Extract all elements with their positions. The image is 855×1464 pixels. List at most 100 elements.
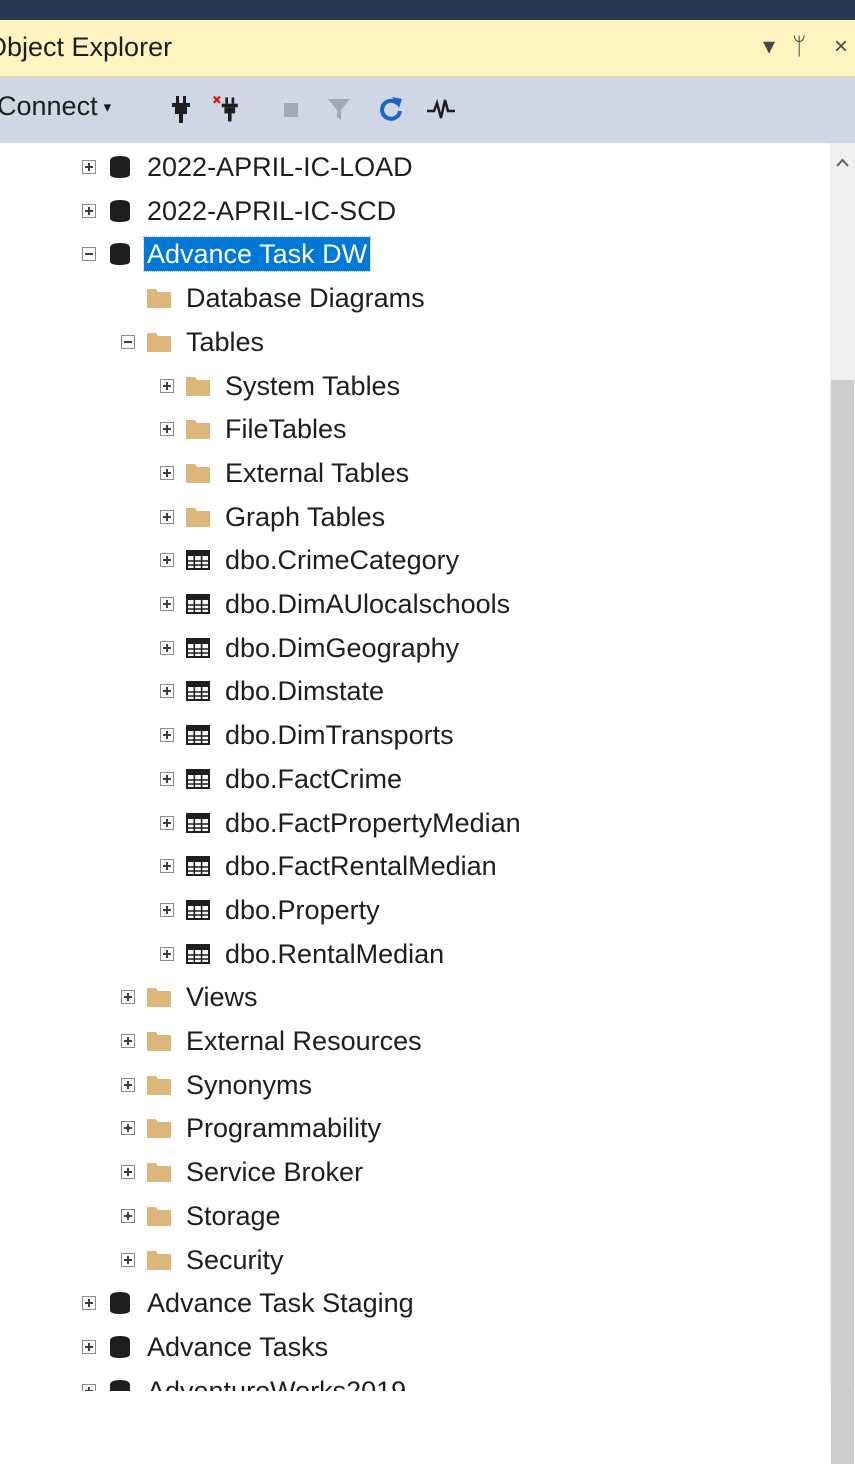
tree-node[interactable]: dbo.DimAUlocalschools bbox=[160, 584, 513, 624]
auto-hide-pin-icon[interactable]: ᛘ bbox=[792, 30, 806, 64]
tree-node[interactable]: Views bbox=[121, 977, 261, 1017]
tree-node[interactable]: FileTables bbox=[160, 409, 350, 449]
expand-plus-icon[interactable] bbox=[160, 946, 174, 961]
tree-node[interactable]: dbo.FactPropertyMedian bbox=[160, 803, 524, 843]
tree-node[interactable]: 2022-APRIL-IC-LOAD bbox=[82, 147, 416, 187]
tree-node[interactable]: Graph Tables bbox=[160, 497, 388, 537]
expand-plus-icon[interactable] bbox=[160, 728, 174, 743]
folder-icon bbox=[147, 1075, 171, 1095]
expand-plus-icon[interactable] bbox=[160, 597, 174, 611]
tree-node[interactable]: Storage bbox=[121, 1196, 284, 1236]
folder-icon bbox=[147, 1032, 171, 1051]
tree-node[interactable]: Advance Tasks bbox=[82, 1327, 331, 1367]
tree-vertical-scrollbar[interactable] bbox=[830, 143, 855, 1464]
expand-plus-icon[interactable] bbox=[82, 1383, 96, 1391]
filter-icon[interactable] bbox=[323, 93, 355, 125]
expand-plus-icon[interactable] bbox=[160, 509, 174, 524]
expand-plus-icon[interactable] bbox=[121, 1165, 135, 1180]
tree-node[interactable]: dbo.CrimeCategory bbox=[160, 540, 462, 580]
tree-node[interactable]: System Tables bbox=[160, 366, 403, 406]
window-position-dropdown-icon[interactable]: ▾ bbox=[763, 30, 775, 64]
disconnect-plug-icon[interactable] bbox=[212, 93, 244, 125]
database-icon bbox=[110, 1335, 130, 1358]
tree-node-label: dbo.FactRentalMedian bbox=[225, 851, 497, 882]
tree-node[interactable]: dbo.DimGeography bbox=[160, 628, 462, 668]
expand-plus-icon[interactable] bbox=[82, 160, 96, 174]
expand-plus-icon[interactable] bbox=[160, 684, 174, 699]
tree-node-label: Views bbox=[186, 982, 258, 1013]
expand-plus-icon[interactable] bbox=[160, 640, 174, 655]
tree-node[interactable]: Advance Task DW bbox=[82, 234, 372, 274]
database-icon bbox=[110, 243, 130, 266]
expand-plus-icon[interactable] bbox=[160, 422, 174, 437]
expand-plus-icon[interactable] bbox=[121, 1208, 135, 1223]
tree-node-label: Advance Task Staging bbox=[147, 1288, 414, 1319]
tree-node-label: System Tables bbox=[225, 370, 401, 401]
tree-node[interactable]: dbo.DimTransports bbox=[160, 715, 457, 755]
stop-icon[interactable] bbox=[275, 93, 307, 125]
table-icon bbox=[186, 856, 210, 877]
expand-plus-icon[interactable] bbox=[121, 1121, 135, 1136]
tree-node[interactable]: External Tables bbox=[160, 453, 412, 493]
folder-icon bbox=[186, 420, 210, 440]
expand-plus-icon[interactable] bbox=[82, 1339, 96, 1354]
tree-node[interactable]: Advance Task Staging bbox=[82, 1283, 417, 1323]
tree-node-label: Advance Tasks bbox=[147, 1331, 329, 1362]
folder-icon bbox=[186, 463, 210, 483]
expand-plus-icon[interactable] bbox=[121, 1034, 135, 1048]
activity-monitor-icon[interactable] bbox=[425, 93, 457, 125]
expand-plus-icon[interactable] bbox=[160, 902, 174, 917]
scrollbar-thumb[interactable] bbox=[831, 380, 854, 1464]
tree-node[interactable]: Tables bbox=[121, 322, 267, 362]
folder-icon bbox=[147, 289, 171, 309]
table-icon bbox=[186, 550, 210, 571]
expand-plus-icon[interactable] bbox=[121, 1252, 135, 1267]
tree-node[interactable]: 2022-APRIL-IC-SCD bbox=[82, 191, 399, 231]
refresh-icon[interactable] bbox=[375, 93, 407, 125]
expand-plus-icon[interactable] bbox=[160, 465, 174, 480]
table-icon bbox=[186, 594, 210, 614]
tree-node-label: dbo.DimAUlocalschools bbox=[225, 589, 511, 619]
expand-plus-icon[interactable] bbox=[160, 378, 174, 393]
tree-node-label: Tables bbox=[186, 326, 265, 357]
tree-node-label: External Resources bbox=[186, 1026, 422, 1056]
expand-plus-icon[interactable] bbox=[121, 990, 135, 1005]
tree-node[interactable]: dbo.Property bbox=[160, 890, 383, 930]
tree-node[interactable]: Database Diagrams bbox=[121, 278, 428, 318]
expand-plus-icon[interactable] bbox=[121, 1077, 135, 1092]
table-icon bbox=[186, 637, 210, 658]
tree-node[interactable]: Service Broker bbox=[121, 1152, 366, 1192]
object-explorer-tree: 2022-APRIL-IC-LOAD 2022-APRIL-IC-SCD Advan… bbox=[0, 143, 830, 1391]
tree-node[interactable]: dbo.Dimstate bbox=[160, 671, 387, 711]
expand-plus-icon[interactable] bbox=[82, 203, 96, 218]
expand-plus-icon[interactable] bbox=[160, 553, 174, 568]
tree-node-label: dbo.RentalMedian bbox=[225, 938, 445, 969]
tree-node[interactable]: Programmability bbox=[121, 1108, 384, 1148]
database-icon bbox=[110, 199, 130, 222]
object-explorer-toolbar: Connect ▾ bbox=[0, 77, 855, 143]
table-icon bbox=[186, 768, 210, 789]
tree-node-label: FileTables bbox=[225, 414, 347, 445]
close-icon[interactable]: × bbox=[834, 30, 848, 64]
connect-plug-icon[interactable] bbox=[165, 93, 197, 125]
expand-plus-icon[interactable] bbox=[160, 771, 174, 786]
tree-node[interactable]: dbo.FactRentalMedian bbox=[160, 846, 500, 886]
collapse-minus-icon[interactable] bbox=[121, 334, 135, 349]
tree-node[interactable]: External Resources bbox=[121, 1021, 425, 1061]
tree-node[interactable]: dbo.FactCrime bbox=[160, 759, 405, 799]
connect-dropdown-button[interactable]: Connect ▾ bbox=[0, 91, 111, 122]
folder-icon bbox=[147, 988, 171, 1008]
folder-icon bbox=[147, 1250, 171, 1270]
scroll-up-arrow-icon[interactable] bbox=[830, 149, 855, 179]
tree-node[interactable]: dbo.RentalMedian bbox=[160, 934, 447, 974]
tree-node[interactable]: AdventureWorks2019 bbox=[82, 1371, 409, 1391]
tree-node[interactable]: Synonyms bbox=[121, 1065, 315, 1105]
table-icon bbox=[186, 681, 210, 702]
tree-node[interactable]: Security bbox=[121, 1240, 287, 1280]
expand-plus-icon[interactable] bbox=[160, 859, 174, 874]
collapse-minus-icon[interactable] bbox=[82, 247, 96, 262]
expand-plus-icon[interactable] bbox=[82, 1296, 96, 1311]
expand-plus-icon[interactable] bbox=[160, 815, 174, 830]
tree-node-label: Graph Tables bbox=[225, 501, 386, 532]
folder-icon bbox=[147, 332, 171, 352]
